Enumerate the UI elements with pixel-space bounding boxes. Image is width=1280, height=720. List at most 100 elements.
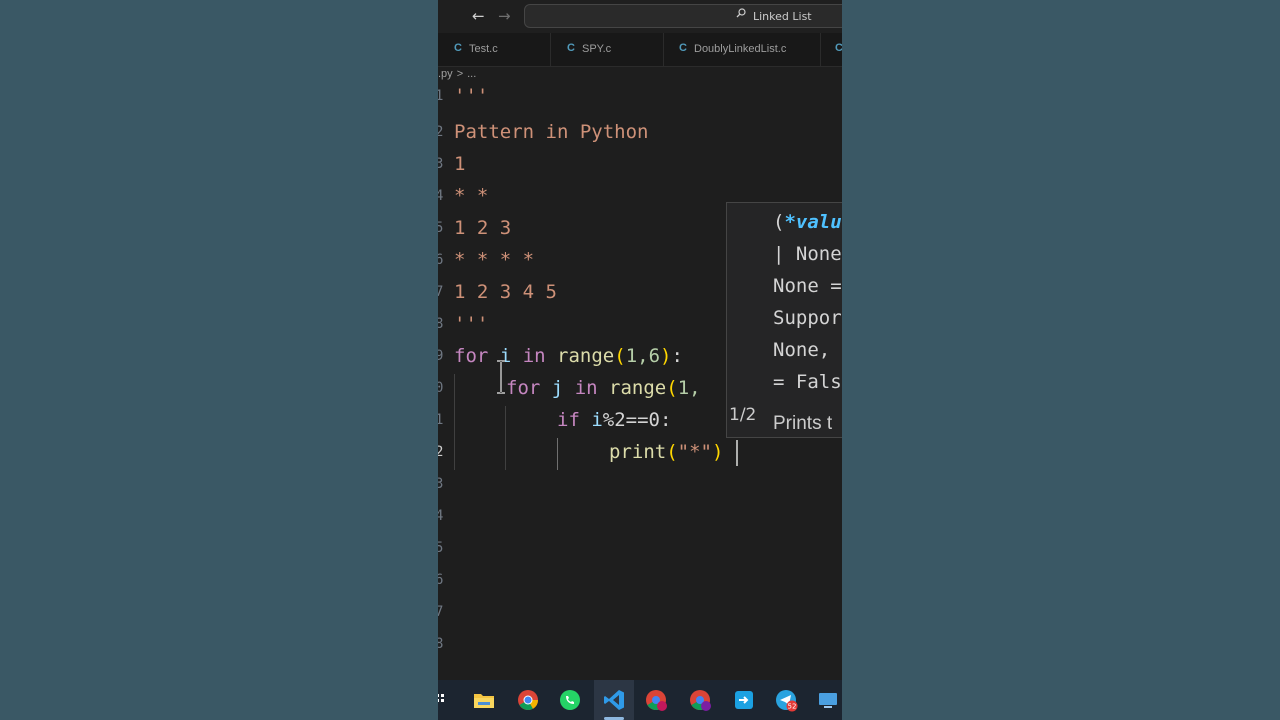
notification-badge: 52 xyxy=(788,703,797,711)
bracket-open: ( xyxy=(666,377,678,399)
search-text: Linked List xyxy=(753,10,812,23)
keyword-for: for xyxy=(506,377,541,399)
tab-label: Test.c xyxy=(469,43,498,55)
code-line-15: 5 xyxy=(438,534,842,566)
variable-i: i xyxy=(591,409,603,431)
chrome-icon[interactable] xyxy=(516,688,540,712)
line-number: 6 xyxy=(438,252,444,268)
forward-arrow-icon[interactable]: → xyxy=(498,7,511,25)
code-line-12: 2 print("*") xyxy=(438,438,842,470)
breadcrumb-rest: ... xyxy=(467,68,477,80)
chrome-profile-v-icon[interactable] xyxy=(688,688,712,712)
whatsapp-icon[interactable] xyxy=(558,688,582,712)
c-file-icon: C xyxy=(679,42,687,54)
tab-partial[interactable]: C xyxy=(821,33,842,66)
command-center-search[interactable]: Linked List xyxy=(524,4,842,28)
line-number: 5 xyxy=(438,540,444,556)
code-line-14: 4 xyxy=(438,502,842,534)
tab-test-c[interactable]: C Test.c xyxy=(438,33,551,66)
line-number: 2 xyxy=(438,124,444,140)
code-text: 1 2 3 xyxy=(454,217,512,239)
tab-label: SPY.c xyxy=(582,43,612,55)
code-text: 1 xyxy=(454,153,466,175)
line-number: 3 xyxy=(438,476,444,492)
function-print: print xyxy=(609,441,667,463)
telegram-icon[interactable]: 52 xyxy=(774,688,798,712)
chrome-profile-u-icon[interactable] xyxy=(644,688,668,712)
line-number: 1 xyxy=(438,88,444,104)
line-number: 1 xyxy=(438,412,444,428)
code-line-1: 1 ''' xyxy=(438,82,842,114)
code-line-3: 3 1 xyxy=(438,150,842,182)
popup-signature-line: None = xyxy=(773,275,842,297)
windows-taskbar: 52 xyxy=(438,680,842,720)
tab-spy-c[interactable]: C SPY.c xyxy=(551,33,664,66)
search-icon[interactable] xyxy=(438,688,456,712)
line-number: 6 xyxy=(438,572,444,588)
remote-desktop-icon[interactable] xyxy=(816,688,840,712)
code-line-18: 8 xyxy=(438,630,842,662)
line-number: 4 xyxy=(438,188,444,204)
line-number: 0 xyxy=(438,380,444,396)
variable-j: j xyxy=(551,377,564,399)
popup-signature-line: None, xyxy=(773,339,831,361)
keyword-in: in xyxy=(522,345,546,367)
condition: %2==0: xyxy=(602,409,672,431)
back-arrow-icon[interactable]: ← xyxy=(472,7,485,25)
popup-signature-line: = Fals xyxy=(773,371,842,393)
line-number: 8 xyxy=(438,316,444,332)
code-line-17: 7 xyxy=(438,598,842,630)
code-text: ''' xyxy=(454,313,489,335)
line-number: 9 xyxy=(438,348,444,364)
bracket-close: ) xyxy=(711,441,724,463)
bracket-close: ) xyxy=(660,345,672,367)
keyword-in: in xyxy=(574,377,598,399)
bracket-open: ( xyxy=(614,345,626,367)
line-number: 4 xyxy=(438,508,444,524)
line-number: 3 xyxy=(438,156,444,172)
popup-signature-line: | None xyxy=(773,243,842,265)
c-file-icon: C xyxy=(835,42,842,54)
code-text: ''' xyxy=(454,85,489,107)
popup-paren: ( xyxy=(773,211,785,233)
range-args: 1,6 xyxy=(625,345,661,367)
code-text: * * xyxy=(454,185,489,207)
vscode-window: ← → Linked List C Test.c C SPY.c C Doubl… xyxy=(438,0,842,720)
overload-counter[interactable]: 1/2 xyxy=(729,405,756,425)
editor-tab-bar: C Test.c C SPY.c C DoublyLinkedList.c C xyxy=(438,33,842,67)
popup-param-active: *valu xyxy=(784,211,842,233)
code-text: 1 2 3 4 5 xyxy=(454,281,557,303)
colon: : xyxy=(671,345,683,367)
breadcrumb-separator: > xyxy=(456,68,464,80)
code-text: * * * * xyxy=(454,249,535,271)
file-explorer-icon[interactable] xyxy=(472,688,496,712)
popup-signature-line: Suppor xyxy=(773,307,842,329)
tab-label: DoublyLinkedList.c xyxy=(694,43,787,55)
title-bar: ← → Linked List xyxy=(438,0,842,33)
function-range: range xyxy=(557,345,615,367)
bracket-open: ( xyxy=(666,441,678,463)
line-number: 7 xyxy=(438,284,444,300)
breadcrumb[interactable]: .py >... xyxy=(438,68,476,80)
vscode-icon[interactable] xyxy=(602,688,626,712)
signature-help-popup[interactable]: (*valu | None None = Suppor None, = Fals… xyxy=(726,202,842,438)
line-number: 7 xyxy=(438,604,444,620)
popup-doc-text: Prints t xyxy=(773,413,833,434)
app-icon[interactable] xyxy=(732,688,756,712)
code-line-13: 3 xyxy=(438,470,842,502)
search-icon xyxy=(736,8,746,18)
function-range: range xyxy=(609,377,667,399)
c-file-icon: C xyxy=(454,42,462,54)
code-line-2: 2 Pattern in Python xyxy=(438,118,842,150)
keyword-for: for xyxy=(454,345,489,367)
line-number: 8 xyxy=(438,636,444,652)
code-line-16: 6 xyxy=(438,566,842,598)
breadcrumb-file: .py xyxy=(438,68,453,80)
code-text: Pattern in Python xyxy=(454,121,649,143)
text-cursor xyxy=(736,440,738,466)
line-number-active: 2 xyxy=(438,444,444,460)
ibeam-cursor-icon xyxy=(497,360,505,394)
line-number: 5 xyxy=(438,220,444,236)
tab-doublylinkedlist-c[interactable]: C DoublyLinkedList.c xyxy=(664,33,821,66)
keyword-if: if xyxy=(557,409,580,431)
